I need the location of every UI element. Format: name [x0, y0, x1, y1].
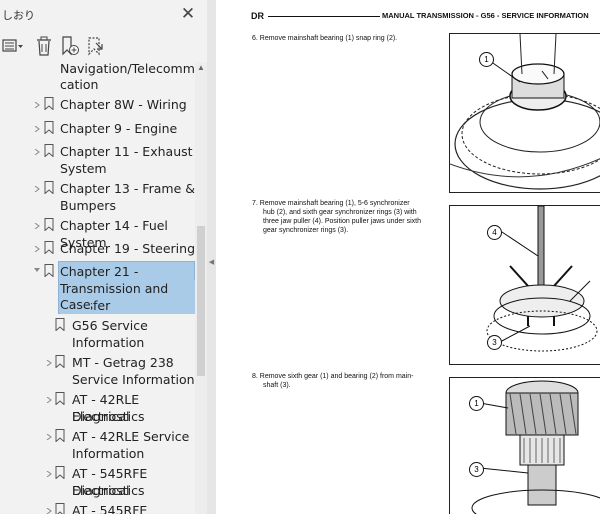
- bookmark-icon: [55, 392, 65, 405]
- bookmark-icon: [44, 241, 54, 254]
- puller-illustration: [486, 206, 598, 352]
- bookmark-icon: [44, 97, 54, 110]
- page-header-left: DR: [251, 11, 264, 21]
- delete-bookmark-icon[interactable]: [35, 35, 53, 57]
- bookmark-icon: [44, 121, 54, 134]
- bookmark-label: AT - 545RFE Service: [72, 503, 148, 514]
- scroll-up-icon[interactable]: ▲: [195, 62, 207, 74]
- bookmark-label: Chapter 21 -: [60, 263, 139, 280]
- bookmark-label-line2: Bumpers: [60, 198, 116, 213]
- callout-1: 1: [469, 396, 484, 411]
- bookmark-icon: [55, 429, 65, 442]
- add-bookmark-icon[interactable]: [60, 35, 80, 57]
- bookmark-label-line2: Information: [72, 335, 145, 350]
- close-icon[interactable]: ✕: [178, 4, 198, 24]
- expand-icon[interactable]: [34, 186, 40, 192]
- bookmark-label: Chapter 8W - Wiring: [60, 97, 187, 112]
- panel-header: しおり ✕: [0, 0, 207, 30]
- expand-icon[interactable]: [46, 471, 52, 477]
- bookmark-label-line2: Information: [72, 446, 145, 461]
- expand-icon[interactable]: [46, 360, 52, 366]
- step-8: 8. Remove sixth gear (1) and bearing (2)…: [252, 372, 413, 390]
- bookmark-icon: [55, 355, 65, 368]
- bookmark-label: Chapter 11 - Exhaust: [60, 144, 193, 159]
- figure-sixth-gear: 1 3: [449, 377, 600, 514]
- callout-1: 1: [479, 52, 494, 67]
- expand-icon[interactable]: [46, 508, 52, 514]
- step-text: gear synchronizer rings (3).: [263, 227, 349, 234]
- expand-icon[interactable]: [46, 397, 52, 403]
- bookmark-label: AT - 42RLE Service: [72, 429, 190, 444]
- page-header-title: MANUAL TRANSMISSION - G56 - SERVICE INFO…: [382, 11, 589, 20]
- step-text: shaft (3).: [263, 382, 291, 389]
- collapse-panel-icon[interactable]: ◀: [207, 258, 216, 266]
- scrollbar-thumb[interactable]: [197, 226, 205, 376]
- expand-icon[interactable]: [34, 126, 40, 132]
- bookmark-icon: [55, 318, 65, 331]
- bookmark-label: Chapter 9 - Engine: [60, 121, 178, 136]
- expand-icon[interactable]: [34, 102, 40, 108]
- expand-icon[interactable]: [34, 149, 40, 155]
- figure-mainshaft-bearing: 1: [449, 33, 600, 193]
- bookmark-icon: [44, 264, 54, 277]
- bookmark-icon: [44, 181, 54, 194]
- bookmark-label: Chapter 19 - Steering: [60, 241, 195, 256]
- expand-icon[interactable]: [46, 434, 52, 440]
- bookmark-tree: Navigation/Telecommuni cation Chapter 8W…: [0, 62, 195, 514]
- bookmark-label-line2: System: [60, 161, 107, 176]
- bookmark-label: MT - Getrag 238: [72, 355, 174, 370]
- callout-4: 4: [487, 225, 502, 240]
- bookmark-label: Chapter 13 - Frame &: [60, 181, 195, 196]
- bookmark-label: G56 Service: [72, 318, 148, 333]
- step-text: three jaw puller (4). Position puller ja…: [263, 218, 421, 225]
- expand-bookmark-icon[interactable]: [86, 35, 106, 57]
- document-page: DR MANUAL TRANSMISSION - G56 - SERVICE I…: [216, 0, 600, 514]
- bookmark-label: Navigation/Telecommuni: [60, 62, 195, 76]
- expand-icon[interactable]: [34, 246, 40, 252]
- step-text: 7. Remove mainshaft bearing (1), 5-6 syn…: [252, 200, 410, 207]
- bookmark-label-line3: Case: [60, 296, 91, 313]
- bookmark-scrollbar[interactable]: ▲: [195, 62, 207, 514]
- expand-icon[interactable]: [34, 223, 40, 229]
- panel-title: しおり: [2, 10, 35, 22]
- panel-splitter[interactable]: ◀: [207, 0, 216, 514]
- figure-puller: 4 3: [449, 205, 600, 365]
- bookmark-icon: [44, 144, 54, 157]
- step-7: 7. Remove mainshaft bearing (1), 5-6 syn…: [252, 199, 421, 235]
- callout-3: 3: [469, 462, 484, 477]
- step-text: 6. Remove mainshaft bearing (1) snap rin…: [252, 35, 398, 42]
- bookmark-toolbar: [0, 32, 207, 60]
- collapse-icon[interactable]: [34, 267, 40, 273]
- bookmark-icon: [55, 466, 65, 479]
- step-text: 8. Remove sixth gear (1) and bearing (2)…: [252, 373, 414, 380]
- bookmark-label-line2: Service Information: [72, 372, 195, 387]
- gear-illustration: [450, 34, 600, 190]
- callout-3: 3: [487, 335, 502, 350]
- step-6: 6. Remove mainshaft bearing (1) snap rin…: [252, 34, 397, 43]
- header-rule: [268, 16, 380, 17]
- bookmark-icon: [55, 503, 65, 514]
- step-text: hub (2), and sixth gear synchronizer rin…: [263, 209, 417, 216]
- bookmark-label-line2: cation: [60, 77, 99, 92]
- bookmark-label-line2: Diagnostics: [72, 409, 145, 424]
- bookmark-icon: [44, 218, 54, 231]
- bookmarks-panel: しおり ✕ Navigation/Telecommuni cation: [0, 0, 207, 514]
- options-menu-icon[interactable]: [2, 35, 24, 57]
- bookmark-label-line2: Diagnostics: [72, 483, 145, 498]
